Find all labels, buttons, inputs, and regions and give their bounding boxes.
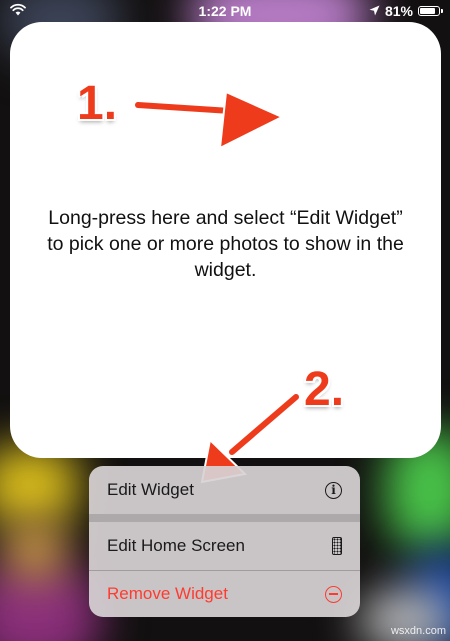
status-right: 81% (369, 3, 443, 19)
status-bar: 1:22 PM 81% (0, 0, 450, 22)
home-screen: 1:22 PM 81% Long-press here and select “… (0, 0, 450, 641)
menu-separator (89, 514, 360, 522)
blurred-app-icon (5, 520, 65, 580)
battery-percent: 81% (384, 3, 413, 19)
minus-circle-icon (325, 585, 342, 603)
remove-widget-label: Remove Widget (107, 584, 228, 603)
battery-fill (420, 8, 435, 14)
step-1-label: 1. (77, 77, 118, 130)
edit-home-screen-label: Edit Home Screen (107, 536, 245, 555)
step-2-label: 2. (304, 363, 345, 416)
context-menu: Edit Widget i Edit Home Screen Remove Wi… (89, 466, 360, 617)
edit-home-screen-menu-item[interactable]: Edit Home Screen (89, 522, 360, 570)
remove-widget-menu-item[interactable]: Remove Widget (89, 571, 360, 617)
battery-icon (418, 6, 443, 16)
info-icon: i (325, 481, 342, 499)
edit-widget-label: Edit Widget (107, 480, 194, 499)
watermark: wsxdn.com (390, 625, 446, 637)
photos-widget[interactable]: Long-press here and select “Edit Widget”… (10, 22, 441, 458)
phone-icon (332, 537, 342, 555)
widget-message: Long-press here and select “Edit Widget”… (47, 207, 404, 281)
location-icon (369, 3, 380, 19)
edit-widget-menu-item[interactable]: Edit Widget i (89, 466, 360, 514)
